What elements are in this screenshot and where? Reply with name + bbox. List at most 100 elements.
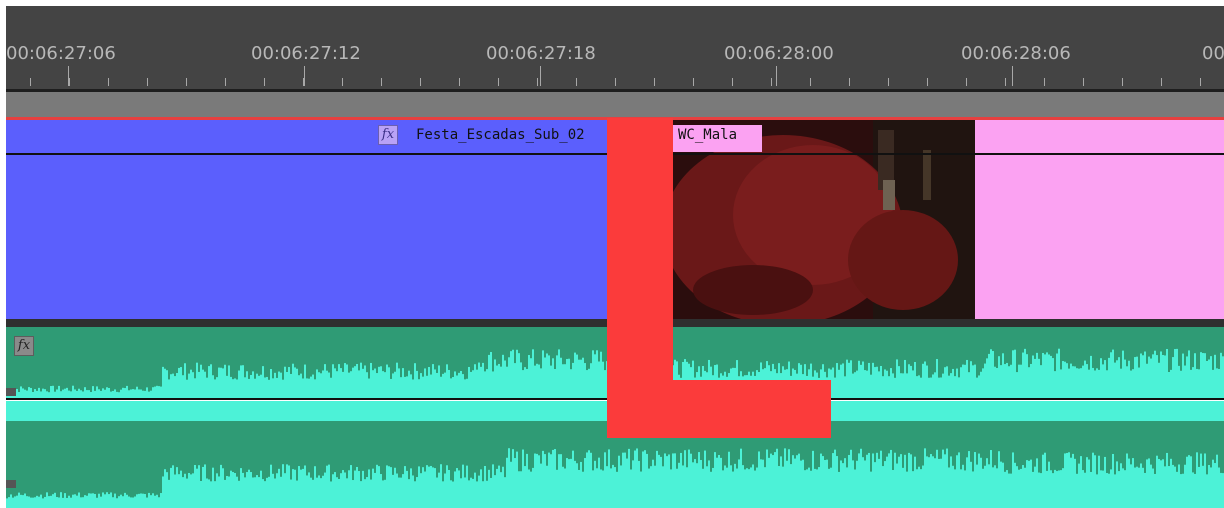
waveform-bar <box>1056 353 1058 403</box>
waveform-bar <box>132 497 134 508</box>
ruler-tick <box>69 78 70 86</box>
waveform-bar <box>552 449 554 508</box>
waveform-bar <box>872 362 874 403</box>
waveform-bar <box>1118 357 1120 403</box>
waveform-bar <box>436 477 438 508</box>
waveform-bar <box>570 458 572 508</box>
clip-opacity-line[interactable] <box>673 153 1224 155</box>
waveform-bar <box>342 470 344 508</box>
waveform-bar <box>858 453 860 508</box>
waveform-bar <box>700 459 702 508</box>
waveform-bar <box>850 360 852 403</box>
waveform-bar <box>650 466 652 508</box>
waveform-bar <box>186 478 188 508</box>
waveform-bar <box>1006 362 1008 403</box>
work-area-bar[interactable] <box>6 92 1224 117</box>
waveform-bar <box>882 466 884 508</box>
waveform-bar <box>306 475 308 508</box>
waveform-bar <box>286 464 288 508</box>
fx-badge-icon[interactable]: fx <box>378 125 398 145</box>
waveform-bar <box>1056 471 1058 508</box>
waveform-bar <box>334 472 336 508</box>
waveform-bar <box>552 358 554 403</box>
waveform-bar <box>1074 458 1076 508</box>
waveform-bar <box>692 462 694 508</box>
waveform-bar <box>646 453 648 508</box>
waveform-bar <box>456 468 458 508</box>
waveform-bar <box>756 467 758 508</box>
waveform-bar <box>428 466 430 508</box>
ruler-tick <box>498 78 499 86</box>
waveform-bar <box>1190 456 1192 508</box>
waveform-bar <box>270 464 272 508</box>
waveform-bar <box>510 461 512 508</box>
keyframe-handle[interactable] <box>6 388 16 396</box>
waveform-bar <box>1098 455 1100 508</box>
waveform-bar <box>452 481 454 508</box>
clip-opacity-line[interactable] <box>6 153 607 155</box>
waveform-bar <box>1196 452 1198 508</box>
waveform-bar <box>278 468 280 508</box>
waveform-bar <box>706 466 708 508</box>
timecode-label: 00 <box>1202 43 1224 64</box>
waveform-bar <box>528 469 530 508</box>
waveform-bar <box>1010 473 1012 508</box>
waveform-bar <box>1162 459 1164 508</box>
keyframe-handle[interactable] <box>6 480 16 488</box>
video-clip-festa-escadas[interactable] <box>6 120 607 319</box>
fx-badge-icon[interactable]: fx <box>14 336 34 356</box>
waveform-bar <box>102 492 104 508</box>
waveform-bar <box>90 493 92 508</box>
waveform-bar <box>936 359 938 403</box>
waveform-bar <box>86 390 88 403</box>
waveform-bar <box>490 352 492 403</box>
waveform-bar <box>898 456 900 508</box>
video-clip-pink[interactable] <box>975 120 1224 319</box>
waveform-bar <box>1042 454 1044 508</box>
ruler-tick <box>654 78 655 86</box>
waveform-bar <box>1208 359 1210 403</box>
waveform-bar <box>34 497 36 508</box>
waveform-bar <box>1008 473 1010 508</box>
waveform-bar <box>968 451 970 508</box>
waveform-bar <box>740 448 742 508</box>
waveform-bar <box>120 494 122 508</box>
waveform-bar <box>1046 352 1048 403</box>
waveform-bar <box>178 474 180 508</box>
waveform-bar <box>212 467 214 508</box>
waveform-bar <box>52 494 54 508</box>
waveform-bar <box>714 452 716 508</box>
waveform-bar <box>548 452 550 508</box>
waveform-bar <box>862 457 864 508</box>
waveform-bar <box>50 495 52 508</box>
waveform-bar <box>210 481 212 508</box>
waveform-bar <box>280 476 282 508</box>
waveform-bar <box>1044 354 1046 403</box>
timecode-label: 00:06:27:12 <box>251 43 361 64</box>
waveform-bar <box>1182 473 1184 508</box>
waveform-bar <box>530 471 532 508</box>
waveform-bar <box>976 464 978 508</box>
waveform-bar <box>642 451 644 508</box>
waveform-bar <box>1118 471 1120 508</box>
waveform-bar <box>822 456 824 508</box>
waveform-bar <box>914 456 916 508</box>
waveform-bar <box>656 450 658 508</box>
waveform-bar <box>218 476 220 508</box>
waveform-bar <box>744 469 746 508</box>
waveform-bar <box>30 497 32 508</box>
waveform-bar <box>924 361 926 403</box>
waveform-bar <box>668 454 670 508</box>
waveform-bar <box>224 479 226 508</box>
ruler-tick <box>264 78 265 86</box>
ruler-tick <box>576 78 577 86</box>
ruler-tick <box>186 78 187 86</box>
waveform-bar <box>1122 468 1124 508</box>
waveform-bar <box>950 456 952 508</box>
waveform-bar <box>512 449 514 508</box>
waveform-bar <box>894 452 896 508</box>
waveform-bar <box>262 479 264 508</box>
waveform-bar <box>482 481 484 508</box>
waveform-bar <box>1172 464 1174 508</box>
waveform-bar <box>962 464 964 508</box>
